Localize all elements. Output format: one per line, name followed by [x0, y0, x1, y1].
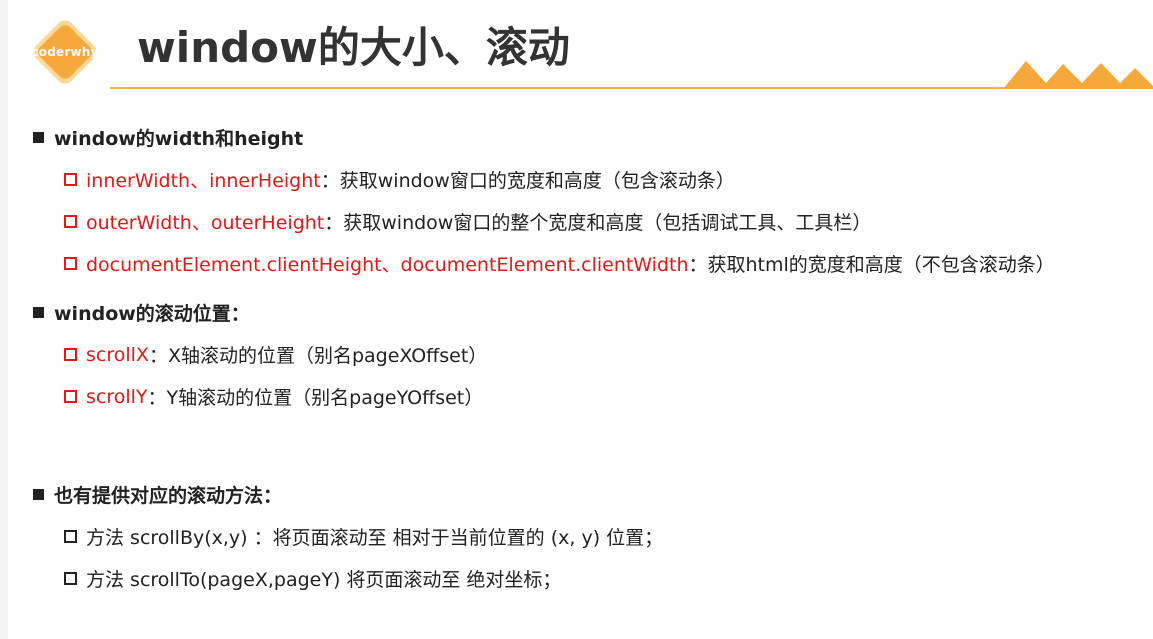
list-item: documentElement.clientHeight、documentEle… [64, 250, 1055, 277]
method-description: 方法 scrollTo(pageX,pageY) 将页面滚动至 绝对坐标； [86, 569, 562, 591]
list-item: outerWidth、outerHeight ：获取window窗口的整个宽度和… [64, 208, 871, 235]
property-name: documentElement.clientHeight、documentEle… [86, 254, 689, 276]
section-heading-text: window的width和height [54, 128, 304, 150]
filled-square-bullet-icon [33, 307, 44, 318]
title-underline [110, 87, 1153, 89]
list-item: scrollY ：Y轴滚动的位置（别名pageYOffset） [64, 383, 483, 410]
filled-square-bullet-icon [33, 132, 44, 143]
hollow-square-bullet-icon [64, 530, 77, 543]
hollow-square-bullet-icon [64, 215, 77, 228]
method-description: 方法 scrollBy(x,y) ：将页面滚动至 相对于当前位置的 (x, y)… [86, 527, 664, 549]
section-heading-text: window的滚动位置： [54, 303, 250, 325]
property-name: scrollX [86, 343, 149, 366]
section-heading-text: 也有提供对应的滚动方法： [54, 485, 283, 507]
hollow-square-bullet-icon [64, 390, 77, 403]
property-description: ：获取window窗口的宽度和高度（包含滚动条） [320, 170, 735, 192]
list-item: scrollX ：X轴滚动的位置（别名pageXOffset） [64, 341, 487, 368]
page-title: window的大小、滚动 [137, 23, 570, 72]
logo-text: coderwhy [31, 45, 99, 59]
list-item: 方法 scrollTo(pageX,pageY) 将页面滚动至 绝对坐标； [64, 565, 561, 592]
hollow-square-bullet-icon [64, 572, 77, 585]
mountains-decoration-icon [1003, 61, 1153, 89]
list-item: 方法 scrollBy(x,y) ：将页面滚动至 相对于当前位置的 (x, y)… [64, 523, 663, 550]
hollow-square-bullet-icon [64, 257, 77, 270]
filled-square-bullet-icon [33, 489, 44, 500]
property-description: ：Y轴滚动的位置（别名pageYOffset） [147, 387, 484, 409]
property-description: ：获取window窗口的整个宽度和高度（包括调试工具、工具栏） [324, 212, 872, 234]
left-edge-strip [0, 0, 8, 639]
coderwhy-logo: coderwhy [25, 12, 105, 92]
list-item: innerWidth、innerHeight ：获取window窗口的宽度和高度… [64, 166, 735, 193]
section-window-size: window的width和height [33, 124, 303, 151]
hollow-square-bullet-icon [64, 348, 77, 361]
section-scroll-position: window的滚动位置： [33, 299, 250, 326]
section-heading: window的滚动位置： [33, 299, 250, 326]
section-scroll-methods: 也有提供对应的滚动方法： [33, 481, 282, 508]
hollow-square-bullet-icon [64, 173, 77, 186]
property-description: ：获取html的宽度和高度（不包含滚动条） [688, 254, 1055, 276]
property-name: innerWidth、innerHeight [86, 170, 321, 192]
section-heading: window的width和height [33, 124, 303, 151]
section-heading: 也有提供对应的滚动方法： [33, 481, 282, 508]
property-description: ：X轴滚动的位置（别名pageXOffset） [148, 345, 488, 367]
property-name: scrollY [86, 385, 148, 408]
property-name: outerWidth、outerHeight [86, 212, 325, 234]
